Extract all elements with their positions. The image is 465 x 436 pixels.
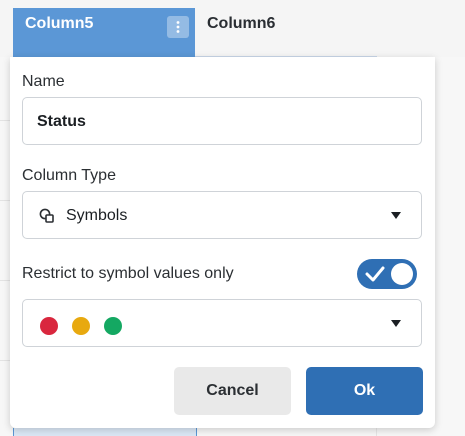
grid-row-line <box>0 200 10 201</box>
toggle-knob <box>391 263 413 285</box>
symbol-values-select[interactable] <box>22 299 422 347</box>
selected-column-body <box>13 428 197 436</box>
column-type-label: Column Type <box>22 167 116 184</box>
grid-row-line <box>0 120 10 121</box>
chevron-down-icon <box>391 320 401 327</box>
column-type-value: Symbols <box>66 207 128 224</box>
column6-label: Column6 <box>207 15 276 32</box>
name-value: Status <box>37 113 86 130</box>
column-header-column5[interactable]: Column5 <box>13 8 195 57</box>
column-type-select[interactable]: Symbols <box>22 191 422 239</box>
ok-button[interactable]: Ok <box>306 367 423 415</box>
cancel-button[interactable]: Cancel <box>174 367 291 415</box>
column-settings-panel: Name Status Column Type Symbols Restrict… <box>10 57 435 428</box>
ok-label: Ok <box>353 382 376 399</box>
symbol-yellow-dot <box>72 317 90 335</box>
check-icon <box>365 266 385 282</box>
name-label: Name <box>22 73 65 90</box>
grid-row-line <box>0 280 10 281</box>
grid-row-line <box>0 360 10 361</box>
restrict-toggle[interactable] <box>357 259 417 289</box>
kebab-icon <box>176 21 180 33</box>
cancel-label: Cancel <box>206 382 259 399</box>
name-input[interactable]: Status <box>22 97 422 145</box>
grid-header: Column5 Column6 <box>0 0 465 57</box>
symbols-icon <box>39 208 54 223</box>
column5-label: Column5 <box>25 15 94 32</box>
chevron-down-icon <box>391 212 401 219</box>
column-menu-button[interactable] <box>167 16 189 38</box>
column-header-column6[interactable]: Column6 <box>207 15 275 33</box>
restrict-label: Restrict to symbol values only <box>22 265 234 282</box>
symbol-green-dot <box>104 317 122 335</box>
symbol-red-dot <box>40 317 58 335</box>
